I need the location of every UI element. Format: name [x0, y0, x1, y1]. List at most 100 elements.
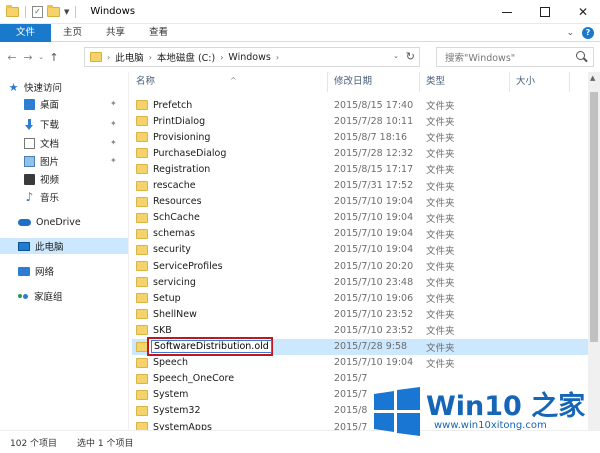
file-row[interactable]: rescache 2015/7/31 17:52 文件夹	[132, 178, 588, 194]
column-date[interactable]: 修改日期	[328, 72, 420, 92]
file-date: 2015/7	[334, 389, 368, 401]
nav-pictures[interactable]: 图片 ✦	[0, 153, 128, 169]
column-type[interactable]: 类型	[420, 72, 510, 92]
file-name: schemas	[153, 228, 196, 240]
column-name[interactable]: ^ 名称	[130, 72, 328, 92]
file-type: 文件夹	[426, 229, 455, 241]
file-row[interactable]: Registration 2015/8/15 17:17 文件夹	[132, 161, 588, 177]
expand-ribbon-icon[interactable]: ⌄	[566, 28, 574, 38]
file-row[interactable]: Provisioning 2015/8/7 18:16 文件夹	[132, 129, 588, 145]
rename-field-highlight[interactable]: SoftwareDistribution.old	[147, 336, 273, 356]
forward-arrow-icon[interactable]: →	[20, 48, 36, 66]
item-count: 102 个项目	[10, 438, 58, 449]
search-input[interactable]: 搜索"Windows"	[445, 50, 575, 64]
address-bar[interactable]: › 此电脑 › 本地磁盘 (C:) › Windows › ⌄ ↻	[84, 47, 420, 67]
maximize-button[interactable]	[528, 0, 562, 24]
network-icon	[18, 266, 30, 276]
file-row[interactable]: Resources 2015/7/10 19:04 文件夹	[132, 194, 588, 210]
breadcrumb-windows[interactable]: Windows	[228, 52, 270, 63]
nav-documents[interactable]: 文档 ✦	[0, 135, 128, 151]
file-row[interactable]: Speech 2015/7/10 19:04 文件夹	[132, 355, 588, 371]
windows-logo-icon	[374, 387, 420, 436]
file-row[interactable]: PrintDialog 2015/7/28 10:11 文件夹	[132, 113, 588, 129]
download-icon	[24, 118, 35, 130]
tab-file[interactable]: 文件	[0, 24, 52, 42]
file-list: ^ 名称 修改日期 类型 大小 Prefetch 2015/8/15 17:40 文…	[130, 72, 588, 430]
column-size[interactable]: 大小	[510, 72, 570, 92]
folder-icon	[136, 357, 148, 368]
tab-view[interactable]: 查看	[137, 24, 180, 42]
file-date: 2015/7	[334, 421, 368, 431]
file-row[interactable]: Prefetch 2015/8/15 17:40 文件夹	[132, 97, 588, 113]
back-arrow-icon[interactable]: ←	[4, 48, 20, 66]
scrollbar-thumb[interactable]	[590, 92, 598, 342]
file-row[interactable]: servicing 2015/7/10 23:48 文件夹	[132, 274, 588, 290]
chevron-right-icon[interactable]: ›	[220, 53, 223, 62]
folder-icon	[136, 277, 148, 288]
file-type: 文件夹	[426, 278, 455, 290]
file-row[interactable]: ShellNew 2015/7/10 23:52 文件夹	[132, 306, 588, 322]
file-row[interactable]: ServiceProfiles 2015/7/10 20:20 文件夹	[132, 258, 588, 274]
minimize-button[interactable]	[490, 0, 524, 24]
up-arrow-icon[interactable]: ↑	[46, 48, 62, 66]
help-icon[interactable]: ?	[582, 27, 594, 39]
file-row[interactable]: Setup 2015/7/10 19:06 文件夹	[132, 290, 588, 306]
chevron-right-icon[interactable]: ›	[107, 53, 110, 62]
file-type: 文件夹	[426, 310, 455, 322]
nav-homegroup[interactable]: 家庭组	[0, 288, 128, 304]
file-row[interactable]: schemas 2015/7/10 19:04 文件夹	[132, 226, 588, 242]
file-row[interactable]: SchCache 2015/7/10 19:04 文件夹	[132, 210, 588, 226]
nav-music[interactable]: ♪ 音乐	[0, 189, 128, 205]
folder-icon	[136, 373, 148, 384]
nav-network[interactable]: 网络	[0, 263, 128, 279]
folder-icon	[136, 293, 148, 304]
pin-icon[interactable]: ✦	[110, 99, 117, 108]
maximize-icon	[540, 7, 550, 17]
qat-dropdown-icon[interactable]: ▼	[64, 8, 69, 16]
file-type: 文件夹	[426, 181, 455, 193]
recent-locations-icon[interactable]: ⌄	[36, 48, 46, 66]
folder-icon	[136, 244, 148, 255]
search-box[interactable]: 搜索"Windows"	[436, 47, 594, 67]
file-date: 2015/7/28 10:11	[334, 115, 414, 127]
folder-icon	[136, 180, 148, 191]
file-row[interactable]: SoftwareDistribution.old 2015/7/28 9:58 文件…	[132, 336, 588, 356]
properties-icon[interactable]: ✓	[32, 5, 43, 18]
file-row[interactable]: PurchaseDialog 2015/7/28 12:32 文件夹	[132, 145, 588, 161]
nav-onedrive[interactable]: OneDrive	[0, 214, 128, 230]
nav-quick-access[interactable]: ★ 快速访问	[0, 79, 128, 95]
breadcrumb-local-disk[interactable]: 本地磁盘 (C:)	[157, 50, 215, 64]
pin-icon[interactable]: ✦	[110, 119, 117, 128]
chevron-right-icon[interactable]: ›	[149, 53, 152, 62]
folder-icon	[136, 325, 148, 336]
file-date: 2015/7/28 9:58	[334, 341, 408, 352]
nav-label: OneDrive	[36, 216, 81, 228]
file-row[interactable]: security 2015/7/10 19:04 文件夹	[132, 242, 588, 258]
vertical-scrollbar[interactable]: ▲	[588, 72, 600, 430]
search-icon[interactable]	[575, 50, 589, 64]
file-name: System32	[153, 405, 201, 417]
close-button[interactable]: ✕	[566, 0, 600, 24]
nav-this-pc[interactable]: 此电脑	[0, 238, 128, 254]
nav-videos[interactable]: 视频	[0, 171, 128, 187]
rename-input[interactable]: SoftwareDistribution.old	[151, 339, 272, 353]
address-dropdown-icon[interactable]: ⌄	[393, 52, 399, 60]
pane-splitter[interactable]	[128, 72, 129, 430]
refresh-icon[interactable]: ↻	[406, 50, 415, 63]
nav-desktop[interactable]: 桌面 ✦	[0, 96, 128, 112]
pin-icon[interactable]: ✦	[110, 138, 117, 147]
tab-home[interactable]: 主页	[51, 24, 94, 42]
file-type: 文件夹	[426, 262, 455, 273]
file-date: 2015/7/10 19:04	[334, 244, 414, 256]
tab-share[interactable]: 共享	[94, 24, 137, 42]
new-folder-icon[interactable]	[47, 4, 60, 17]
scroll-up-icon[interactable]: ▲	[590, 74, 595, 82]
folder-icon	[136, 405, 148, 416]
nav-downloads[interactable]: 下载 ✦	[0, 116, 128, 132]
video-icon	[24, 173, 35, 185]
chevron-right-icon[interactable]: ›	[276, 53, 279, 62]
breadcrumb-this-pc[interactable]: 此电脑	[115, 50, 144, 64]
pin-icon[interactable]: ✦	[110, 156, 117, 165]
file-type: 文件夹	[426, 101, 455, 112]
file-name: SchCache	[153, 212, 200, 224]
